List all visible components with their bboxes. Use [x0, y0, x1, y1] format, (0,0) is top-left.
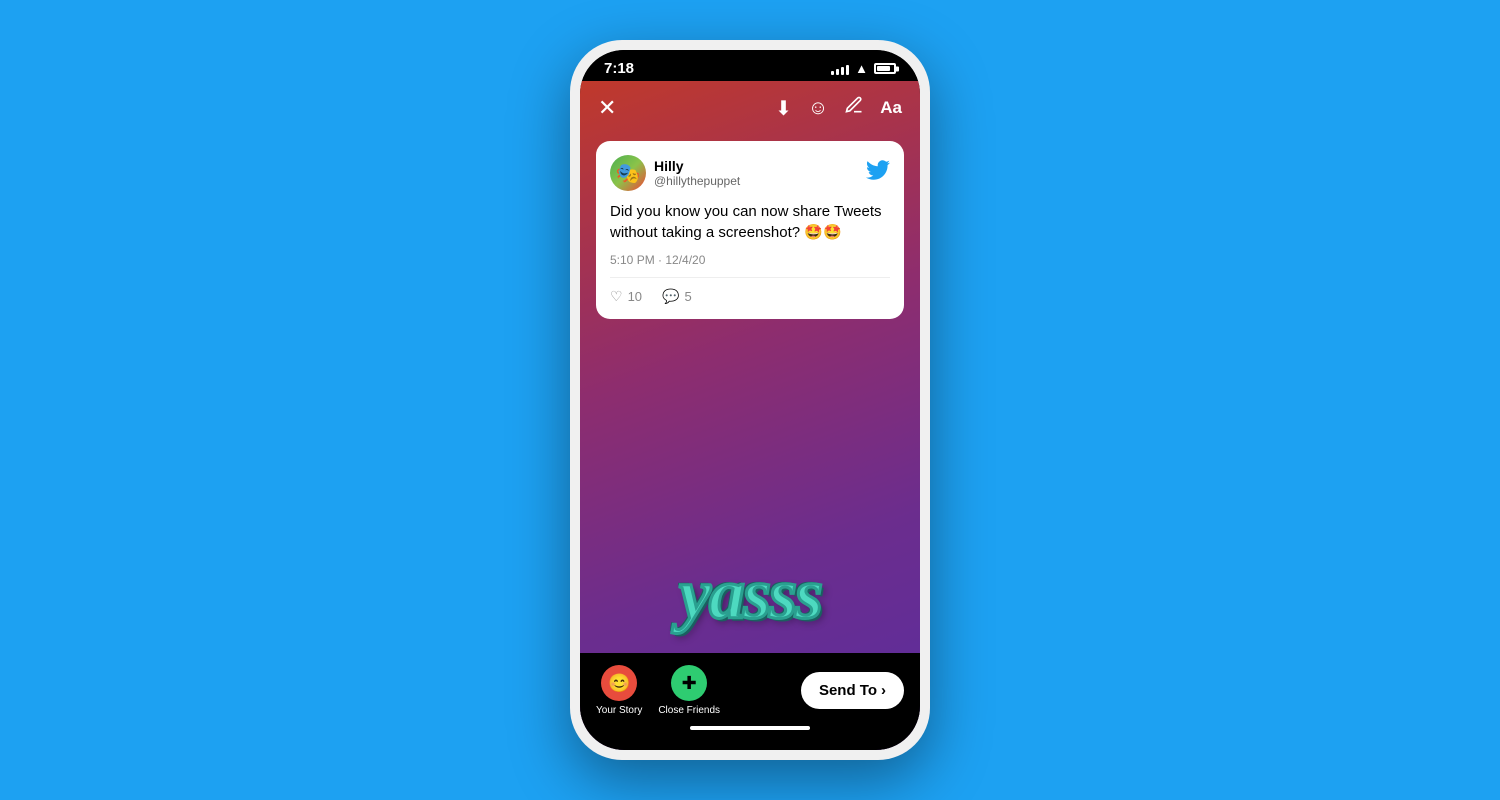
likes-count: 10 — [628, 289, 642, 304]
topbar-right: ⬇ ☺ Aa — [775, 95, 902, 121]
status-icons: ▲ — [831, 61, 896, 76]
wifi-icon: ▲ — [855, 61, 868, 76]
send-to-label: Send To — [819, 682, 877, 699]
phone-notch — [685, 50, 815, 78]
home-indicator — [690, 726, 810, 730]
bottom-actions: 😊 Your Story ✚ Close Friends Send To — [596, 665, 904, 716]
status-time: 7:18 — [604, 60, 634, 77]
your-story-icon: 😊 — [601, 665, 637, 701]
bottom-left: 😊 Your Story ✚ Close Friends — [596, 665, 720, 716]
yasss-sticker[interactable]: yasss — [679, 558, 821, 630]
story-content: ✕ ⬇ ☺ Aa 🎭 — [580, 81, 920, 750]
tweet-comments[interactable]: 💬 5 — [662, 288, 692, 305]
battery-icon — [874, 63, 896, 74]
handwriting-icon[interactable] — [844, 95, 864, 121]
text-style-icon[interactable]: Aa — [880, 98, 902, 118]
send-to-button[interactable]: Send To › — [801, 672, 904, 709]
close-friends-option[interactable]: ✚ Close Friends — [658, 665, 720, 716]
user-name: Hilly — [654, 158, 740, 174]
close-friends-icon: ✚ — [671, 665, 707, 701]
user-info: Hilly @hillythepuppet — [654, 158, 740, 188]
sticker-icon[interactable]: ☺ — [808, 97, 828, 120]
phone-frame: 7:18 ▲ ✕ — [570, 40, 930, 760]
heart-icon: ♡ — [610, 288, 623, 305]
tweet-card: 🎭 Hilly @hillythepuppet Did you know you — [596, 141, 904, 319]
close-button[interactable]: ✕ — [598, 97, 616, 119]
user-handle: @hillythepuppet — [654, 174, 740, 188]
tweet-likes[interactable]: ♡ 10 — [610, 288, 642, 305]
your-story-option[interactable]: 😊 Your Story — [596, 665, 642, 716]
tweet-header: 🎭 Hilly @hillythepuppet — [610, 155, 890, 191]
send-to-arrow-icon: › — [881, 682, 886, 699]
comment-icon: 💬 — [662, 288, 679, 305]
twitter-bird-icon — [866, 158, 890, 188]
comments-count: 5 — [684, 289, 691, 304]
tweet-text: Did you know you can now share Tweets wi… — [610, 201, 890, 243]
phone-screen: 7:18 ▲ ✕ — [580, 50, 920, 750]
story-topbar: ✕ ⬇ ☺ Aa — [580, 81, 920, 135]
your-story-label: Your Story — [596, 705, 642, 716]
signal-icon — [831, 63, 849, 75]
tweet-user: 🎭 Hilly @hillythepuppet — [610, 155, 740, 191]
close-friends-label: Close Friends — [658, 705, 720, 716]
avatar: 🎭 — [610, 155, 646, 191]
story-bottombar: 😊 Your Story ✚ Close Friends Send To — [580, 653, 920, 750]
topbar-left: ✕ — [598, 97, 616, 119]
yasss-text: yasss — [679, 554, 821, 634]
download-icon[interactable]: ⬇ — [775, 96, 792, 121]
tweet-actions: ♡ 10 💬 5 — [610, 288, 890, 305]
tweet-timestamp: 5:10 PM · 12/4/20 — [610, 253, 890, 278]
